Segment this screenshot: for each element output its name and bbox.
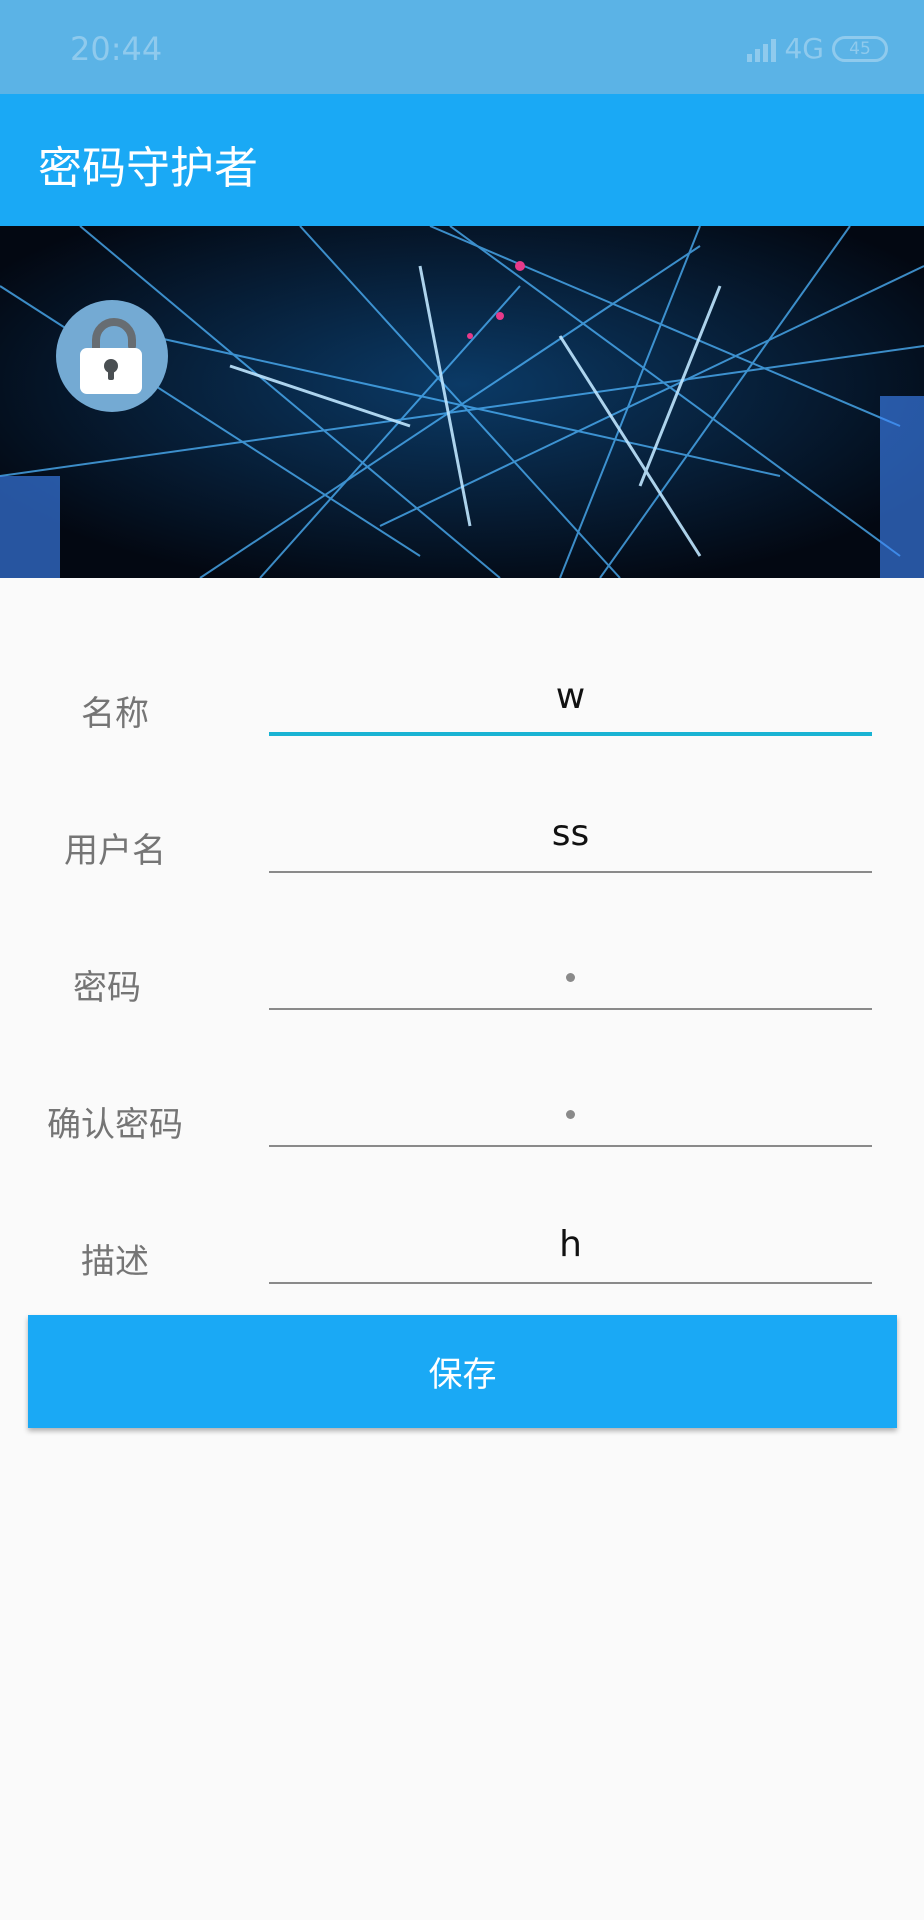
password-label: 密码 (73, 968, 141, 1008)
network-type: 4G (784, 32, 824, 65)
form-row-confirm-password: 确认密码 (0, 1077, 924, 1167)
password-field[interactable] (269, 940, 872, 1010)
name-label: 名称 (81, 694, 149, 734)
confirm-password-underline (269, 1145, 872, 1147)
form-row-username: 用户名 ss (0, 803, 924, 893)
header-banner-image (0, 226, 924, 578)
username-label: 用户名 (64, 831, 166, 871)
password-value (269, 950, 872, 991)
status-bar: 20:44 4G 45 (0, 0, 924, 94)
description-field[interactable]: h (269, 1214, 872, 1284)
username-value: ss (551, 813, 590, 854)
lock-avatar (56, 300, 168, 412)
status-icons: 4G 45 (747, 32, 888, 65)
name-field[interactable]: w (269, 666, 872, 736)
confirm-password-value (269, 1087, 872, 1128)
username-field[interactable]: ss (269, 803, 872, 873)
password-underline (269, 1008, 872, 1010)
password-mask-dot (566, 973, 575, 982)
description-label: 描述 (81, 1242, 149, 1282)
form-row-name: 名称 w (0, 666, 924, 756)
name-value: w (555, 676, 586, 717)
username-underline (269, 871, 872, 873)
confirm-password-label: 确认密码 (47, 1105, 183, 1145)
description-underline (269, 1282, 872, 1284)
form-row-description: 描述 h (0, 1214, 924, 1304)
name-underline (269, 732, 872, 736)
signal-icon (747, 36, 777, 62)
form-row-password: 密码 (0, 940, 924, 1030)
confirm-password-field[interactable] (269, 1077, 872, 1147)
battery-icon: 45 (832, 35, 888, 62)
unlocked-padlock-icon (80, 318, 142, 394)
save-button[interactable]: 保存 (28, 1315, 897, 1428)
description-value: h (559, 1224, 582, 1265)
app-title: 密码守护者 (38, 143, 258, 194)
app-bar: 密码守护者 (0, 94, 924, 226)
status-time: 20:44 (70, 30, 163, 68)
confirm-password-mask-dot (566, 1110, 575, 1119)
